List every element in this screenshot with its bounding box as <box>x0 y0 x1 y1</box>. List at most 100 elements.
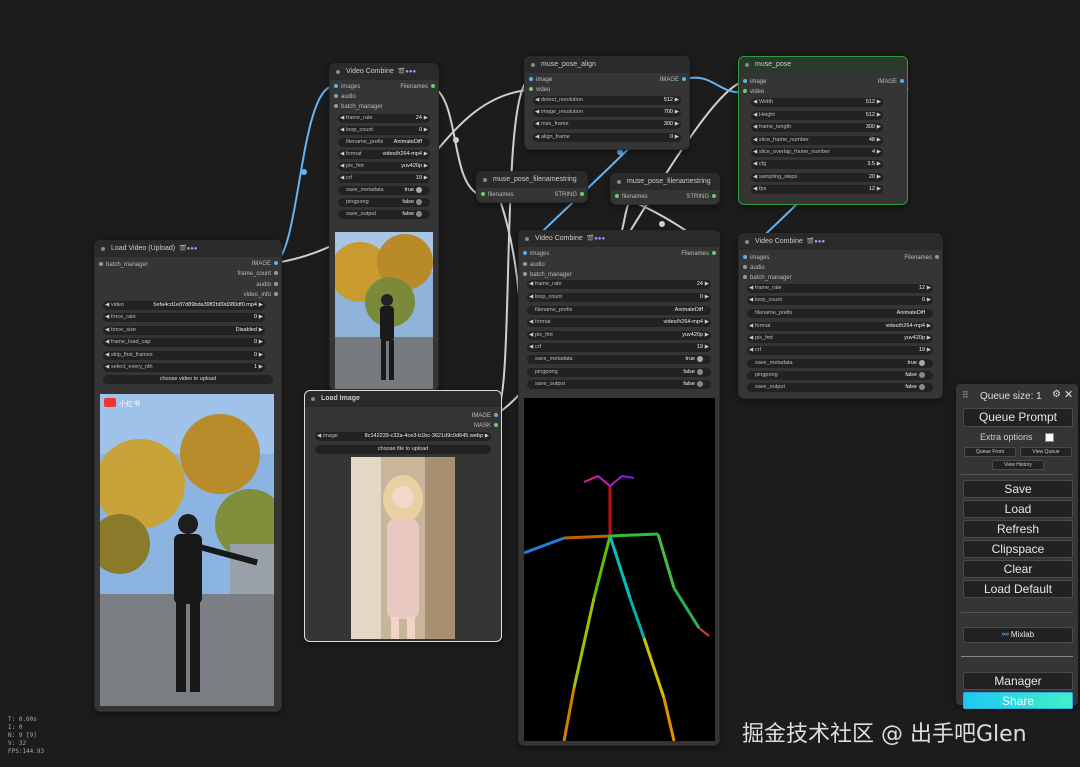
widget-save-metadata[interactable]: save_metadata true <box>527 355 711 364</box>
output-string[interactable]: STRING <box>686 194 709 200</box>
node-title[interactable]: Video Combine 🎬●●● <box>739 234 942 250</box>
widget-force-size[interactable]: ◀ force_size Disabled ▶ <box>103 326 265 335</box>
input-image[interactable]: image <box>536 77 552 83</box>
widget-loop-count[interactable]: ◀ loop_count 0 ▶ <box>747 296 933 305</box>
manager-button[interactable]: Manager <box>963 672 1073 690</box>
widget-video[interactable]: ◀ video 5efa4cd1e87d89bda39ff2b89d380df0.m… <box>103 301 265 310</box>
choose-file-button[interactable]: choose file to upload <box>315 445 491 454</box>
widget-select-every-nth[interactable]: ◀ select_every_nth 1 ▶ <box>103 363 265 372</box>
node-muse-pose[interactable]: muse_pose image video IMAGE ◀ Width 512 ▶ ◀… <box>738 56 908 205</box>
node-title[interactable]: Video Combine 🎬●●● <box>519 231 719 247</box>
widget-sampling-steps[interactable]: ◀ sampling_steps 20 ▶ <box>751 173 883 182</box>
widget-pix-fmt[interactable]: ◀ pix_fmt yuv420p ▶ <box>747 334 933 343</box>
node-title[interactable]: muse_pose_filenamestring <box>611 174 719 190</box>
input-batch-manager[interactable]: batch_manager <box>341 104 383 110</box>
widget-fps[interactable]: ◀ fps 12 ▶ <box>751 185 883 194</box>
save-button[interactable]: Save <box>963 480 1073 498</box>
input-video[interactable]: video <box>536 87 550 93</box>
widget-filename-prefix[interactable]: filename_prefix AnimateDiff <box>338 138 430 147</box>
widget-height[interactable]: ◀ Height 512 ▶ <box>751 111 883 120</box>
node-title[interactable]: muse_pose <box>739 57 907 73</box>
node-filenamestring-2[interactable]: muse_pose_filenamestring filenames STRIN… <box>610 173 720 205</box>
input-images[interactable]: images <box>750 255 769 261</box>
input-audio[interactable]: audio <box>530 262 545 268</box>
input-batch-manager[interactable]: batch_manager <box>750 275 792 281</box>
output-image[interactable]: IMAGE <box>472 413 491 419</box>
widget-crf[interactable]: ◀ crf 19 ▶ <box>527 343 711 352</box>
widget-save-output[interactable]: save_output false <box>527 380 711 389</box>
input-batch-manager[interactable]: batch_manager <box>530 272 572 278</box>
widget-format[interactable]: ◀ format video/h264-mp4 ▶ <box>338 150 430 159</box>
widget-max-frame[interactable]: ◀ max_frame 300 ▶ <box>533 120 681 129</box>
input-filenames[interactable]: filenames <box>622 194 648 200</box>
widget-frame-rate[interactable]: ◀ frame_rate 12 ▶ <box>747 284 933 293</box>
widget-pingpong[interactable]: pingpong false <box>747 371 933 380</box>
input-batch-manager[interactable]: batch_manager <box>106 262 148 268</box>
widget-frame-length[interactable]: ◀ frame_length 300 ▶ <box>751 123 883 132</box>
widget-loop-count[interactable]: ◀ loop_count 0 ▶ <box>338 126 430 135</box>
view-history-button[interactable]: View History <box>992 460 1044 470</box>
widget-save-metadata[interactable]: save_metadata true <box>338 186 430 195</box>
input-filenames[interactable]: filenames <box>488 192 514 198</box>
widget-filename-prefix[interactable]: filename_prefix AnimateDiff <box>747 309 933 318</box>
widget-pix-fmt[interactable]: ◀ pix_fmt yuv420p ▶ <box>338 162 430 171</box>
output-image[interactable]: IMAGE <box>660 77 679 83</box>
output-filenames[interactable]: Filenames <box>681 251 709 257</box>
widget-save-output[interactable]: save_output false <box>747 383 933 392</box>
widget-frame-load-cap[interactable]: ◀ frame_load_cap 0 ▶ <box>103 338 265 347</box>
input-audio[interactable]: audio <box>341 94 356 100</box>
node-filenamestring-1[interactable]: muse_pose_filenamestring filenames STRIN… <box>476 171 588 203</box>
widget-save-metadata[interactable]: save_metadata true <box>747 359 933 368</box>
widget-format[interactable]: ◀ format video/h264-mp4 ▶ <box>747 322 933 331</box>
widget-save-output[interactable]: save_output false <box>338 210 430 219</box>
widget-cfg[interactable]: ◀ cfg 3.5 ▶ <box>751 160 883 169</box>
node-title[interactable]: Video Combine 🎬●●● <box>330 64 438 80</box>
load-button[interactable]: Load <box>963 500 1073 518</box>
widget-pix-fmt[interactable]: ◀ pix_fmt yuv420p ▶ <box>527 331 711 340</box>
clear-button[interactable]: Clear <box>963 560 1073 578</box>
drag-handle-icon[interactable]: ⠿ <box>962 390 969 401</box>
node-title[interactable]: muse_pose_align <box>525 57 689 73</box>
node-load-video[interactable]: Load Video (Upload) 🎬●●● batch_manager IM… <box>94 240 282 712</box>
node-title[interactable]: Load Image <box>305 391 501 407</box>
output-frame-count[interactable]: frame_count <box>238 271 271 277</box>
widget-detect-resolution[interactable]: ◀ detect_resolution 512 ▶ <box>533 96 681 105</box>
widget-filename-prefix[interactable]: filename_prefix AnimateDiff <box>527 306 711 315</box>
widget-align-frame[interactable]: ◀ align_frame 0 ▶ <box>533 133 681 142</box>
output-video-info[interactable]: video_info <box>244 292 271 298</box>
node-video-combine-1[interactable]: Video Combine 🎬●●● images audio batch_man… <box>329 63 439 391</box>
widget-slice-overlap-frame-number[interactable]: ◀ slice_overlap_frame_number 4 ▶ <box>751 148 883 157</box>
settings-gear-icon[interactable]: ⚙ <box>1052 389 1061 400</box>
output-audio[interactable]: audio <box>256 282 271 288</box>
view-queue-button[interactable]: View Queue <box>1020 447 1072 457</box>
graph-canvas[interactable]: Video Combine 🎬●●● images audio batch_man… <box>0 0 1080 767</box>
clipspace-button[interactable]: Clipspace <box>963 540 1073 558</box>
output-image[interactable]: IMAGE <box>878 79 897 85</box>
output-filenames[interactable]: Filenames <box>400 84 428 90</box>
widget-frame-rate[interactable]: ◀ frame_rate 24 ▶ <box>338 114 430 123</box>
refresh-button[interactable]: Refresh <box>963 520 1073 538</box>
node-muse-pose-align[interactable]: muse_pose_align image video IMAGE ◀ detec… <box>524 56 690 150</box>
input-audio[interactable]: audio <box>750 265 765 271</box>
queue-front-button[interactable]: Queue Front <box>964 447 1016 457</box>
widget-crf[interactable]: ◀ crf 19 ▶ <box>747 346 933 355</box>
widget-slice-frame-number[interactable]: ◀ slice_frame_number 48 ▶ <box>751 136 883 145</box>
queue-prompt-button[interactable]: Queue Prompt <box>963 408 1073 427</box>
node-video-combine-3[interactable]: Video Combine 🎬●●● images audio batch_man… <box>738 233 943 399</box>
input-image[interactable]: image <box>750 79 766 85</box>
widget-pingpong[interactable]: pingpong false <box>338 198 430 207</box>
widget-loop-count[interactable]: ◀ loop_count 0 ▶ <box>527 293 711 302</box>
input-images[interactable]: images <box>341 84 360 90</box>
output-mask[interactable]: MASK <box>474 423 491 429</box>
output-image[interactable]: IMAGE <box>252 261 271 267</box>
widget-image-resolution[interactable]: ◀ image_resolution 700 ▶ <box>533 108 681 117</box>
widget-image[interactable]: ◀ image 8c142239-c32a-4ce3-b1bc-3621d9c0d6… <box>315 432 491 441</box>
mixlab-button[interactable]: ⚯ Mixlab <box>963 627 1073 643</box>
close-icon[interactable]: ✕ <box>1064 388 1073 401</box>
output-string[interactable]: STRING <box>554 192 577 198</box>
widget-pingpong[interactable]: pingpong false <box>527 368 711 377</box>
widget-format[interactable]: ◀ format video/h264-mp4 ▶ <box>527 318 711 327</box>
extra-options-checkbox[interactable] <box>1045 433 1054 442</box>
widget-width[interactable]: ◀ Width 512 ▶ <box>751 98 883 107</box>
input-video[interactable]: video <box>750 89 764 95</box>
